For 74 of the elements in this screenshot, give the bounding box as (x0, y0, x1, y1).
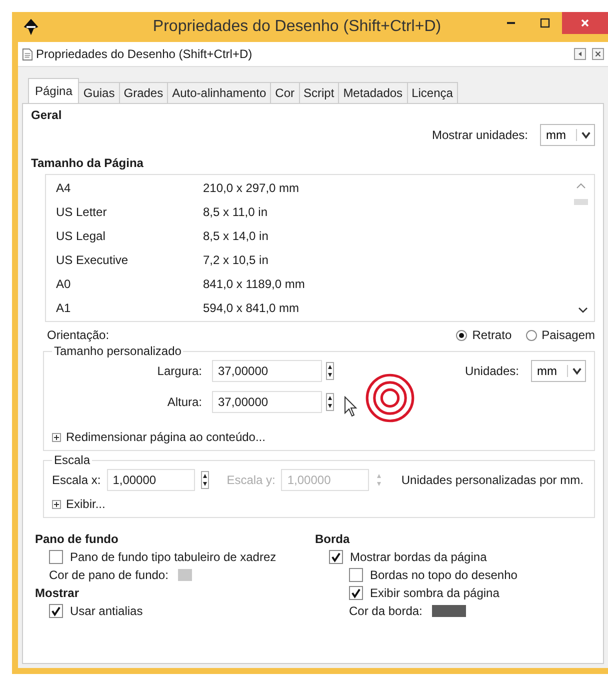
field-label: Largura: (156, 364, 202, 378)
list-item-size: 7,2 x 10,5 in (203, 253, 268, 267)
field-label: Altura: (166, 395, 202, 409)
cursor-icon (344, 396, 358, 418)
radio-option[interactable]: Retrato (456, 328, 512, 342)
width-input[interactable]: 37,00000 (212, 360, 322, 382)
field-label: Orientação: (47, 328, 110, 342)
field-label: Escala y: (226, 473, 276, 487)
scale-note: Unidades personalizadas por mm. (401, 473, 584, 487)
section-heading: Geral (31, 108, 63, 122)
close-icon (580, 18, 590, 28)
units-dropdown[interactable]: mm (531, 360, 586, 382)
section-heading: Pano de fundo (35, 532, 120, 546)
checkbox-option[interactable]: Usar antialias (49, 604, 315, 618)
minimize-icon (507, 22, 515, 24)
scale-x-input[interactable]: 1,00000 (106, 469, 195, 491)
panel-title: Propriedades do Desenho (Shift+Ctrl+D) (36, 47, 254, 61)
list-item-size: 841,0 x 1189,0 mm (203, 277, 305, 291)
list-item[interactable]: A0 (56, 277, 203, 291)
color-swatch[interactable] (432, 605, 466, 617)
list-item-size: 210,0 x 297,0 mm (203, 181, 300, 195)
list-item[interactable]: US Executive (56, 253, 203, 267)
spin-arrows-icon[interactable] (200, 471, 209, 489)
chevron-down-icon (576, 129, 592, 141)
section-heading: Mostrar (35, 586, 80, 600)
list-item[interactable]: US Letter (56, 205, 203, 219)
scroll-down-icon[interactable] (578, 307, 588, 313)
arrow-left-icon (577, 51, 583, 57)
height-input[interactable]: 37,00000 (212, 391, 322, 413)
expander-label[interactable]: Exibir... (66, 497, 106, 511)
spin-arrows-icon[interactable] (326, 393, 334, 411)
scrollbar-thumb[interactable] (574, 199, 588, 205)
maximize-icon (540, 18, 550, 28)
section-heading: Tamanho da Página (31, 156, 144, 170)
collapse-button[interactable] (574, 48, 586, 60)
list-item[interactable]: US Legal (56, 229, 203, 243)
checkbox-option[interactable]: Mostrar bordas da página (329, 550, 595, 564)
tab[interactable]: Licença (406, 82, 458, 103)
target-drawing (364, 372, 416, 424)
spin-arrows-icon[interactable] (326, 362, 334, 380)
field-label: Unidades: (464, 364, 519, 378)
units-dropdown[interactable]: mm (540, 124, 595, 146)
radio-option[interactable]: Paisagem (526, 328, 595, 342)
check-icon (50, 605, 62, 617)
list-item[interactable]: A1 (56, 301, 203, 315)
check-icon (330, 551, 342, 563)
field-label: Escala x: (52, 473, 101, 487)
window-title: Propriedades do Desenho (Shift+Ctrl+D) (152, 18, 442, 36)
field-label: Mostrar unidades: (432, 128, 528, 142)
list-item[interactable]: A4 (56, 181, 203, 195)
chevron-down-icon (567, 365, 583, 377)
list-item-size: 8,5 x 11,0 in (203, 205, 268, 219)
close-panel-button[interactable] (592, 48, 604, 60)
group-title: Tamanho personalizado (53, 344, 182, 358)
document-icon (22, 48, 33, 60)
list-item-size: 594,0 x 841,0 mm (203, 301, 300, 315)
checkbox-option[interactable]: Pano de fundo tipo tabuleiro de xadrez (49, 550, 315, 564)
section-heading: Borda (315, 532, 351, 546)
field-label: Cor da borda: (349, 604, 422, 618)
expand-icon[interactable] (52, 500, 61, 508)
group-title: Escala (53, 453, 92, 467)
expand-icon[interactable] (52, 432, 61, 442)
color-swatch[interactable] (178, 569, 192, 581)
close-icon (595, 51, 601, 57)
check-icon (350, 587, 362, 599)
checkbox-option[interactable]: Bordas no topo do desenho (349, 568, 595, 582)
scroll-up-icon[interactable] (576, 183, 586, 189)
expander-label[interactable]: Redimensionar página ao conteúdo... (66, 430, 266, 444)
close-button[interactable] (562, 12, 608, 34)
checkbox-option[interactable]: Exibir sombra da página (349, 586, 595, 600)
tab[interactable]: Página (28, 78, 80, 103)
app-icon (22, 18, 40, 36)
list-item-size: 8,5 x 14,0 in (203, 229, 268, 243)
field-label: Cor de pano de fundo: (49, 568, 168, 582)
